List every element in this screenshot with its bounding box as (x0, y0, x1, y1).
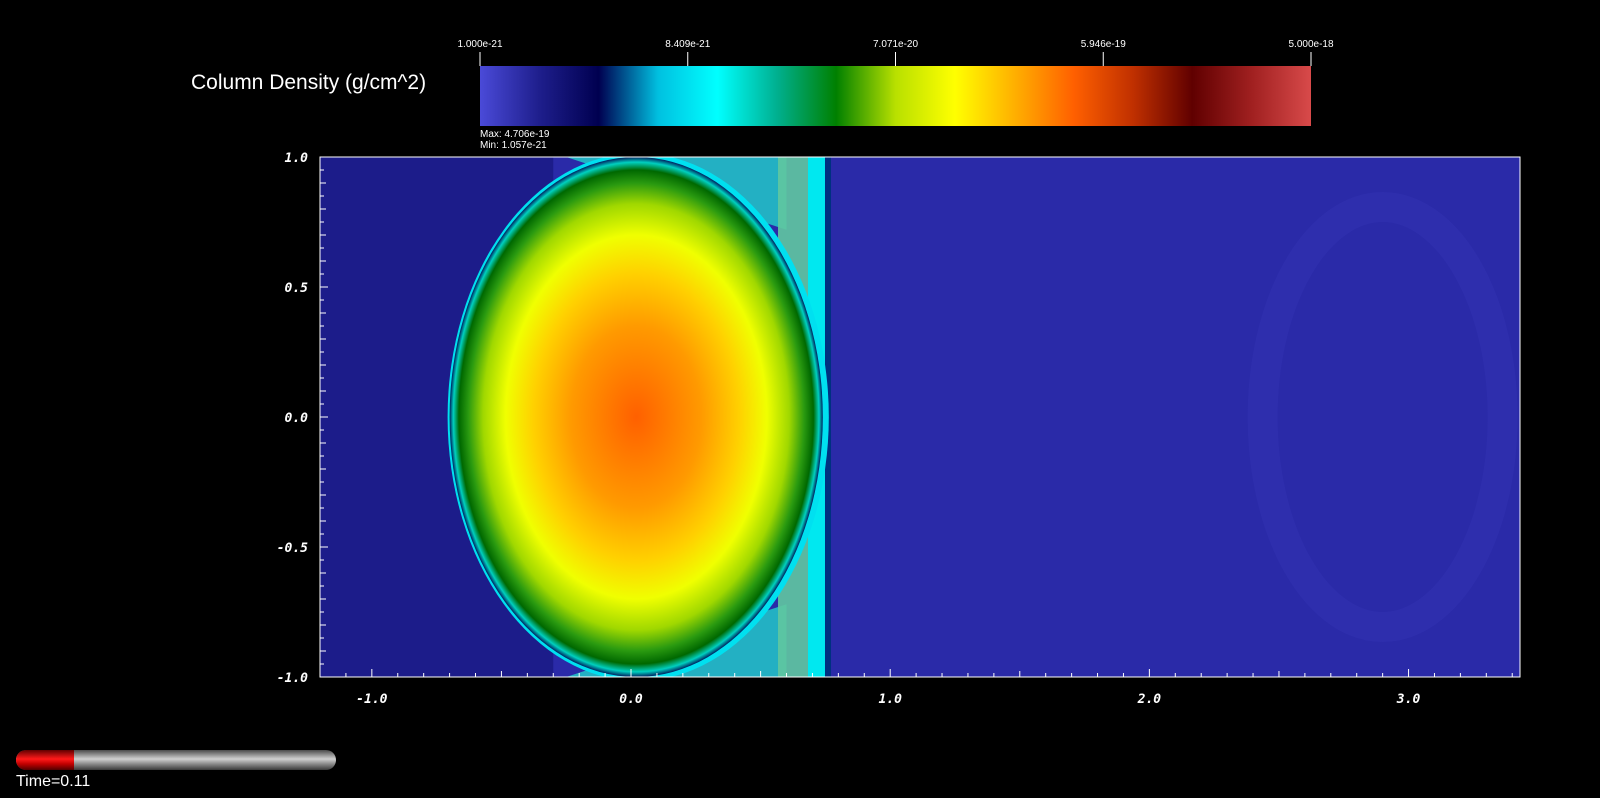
time-slider-progress (16, 750, 74, 770)
x-tick-label: 2.0 (1137, 692, 1162, 707)
x-tick-label: 3.0 (1396, 692, 1421, 707)
y-tick-label: -1.0 (277, 671, 308, 686)
x-tick-label: 0.0 (619, 692, 643, 707)
heatmap-cloud (449, 157, 823, 677)
x-tick-label: -1.0 (356, 692, 387, 707)
colorbar (480, 66, 1311, 126)
x-tick-label: 1.0 (878, 692, 902, 707)
chart-svg: -1.0 0.0 1.0 2.0 3.0 -1.0 -0.5 0.0 0.5 1.0 (277, 52, 1521, 707)
y-tick-label: 0.5 (285, 281, 309, 296)
time-label: Time=0.11 (16, 773, 91, 790)
y-tick-label: 0.0 (285, 411, 309, 426)
time-slider[interactable] (16, 750, 336, 770)
visualization-canvas: Column Density (g/cm^2) 1.000e-21 8.409e-… (0, 0, 1600, 798)
y-tick-label: -0.5 (277, 541, 308, 556)
y-tick-label: 1.0 (285, 151, 309, 166)
